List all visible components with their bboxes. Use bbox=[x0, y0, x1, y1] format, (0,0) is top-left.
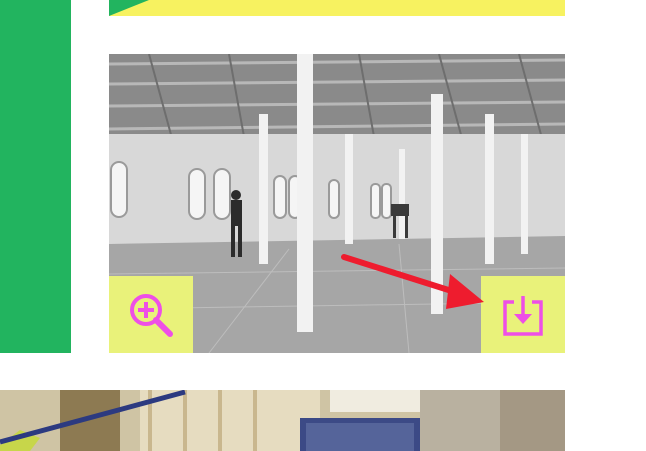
zoom-in-icon bbox=[128, 292, 174, 338]
banner-green-corner bbox=[109, 0, 149, 16]
download-icon bbox=[500, 292, 546, 338]
yellow-banner bbox=[109, 0, 565, 16]
photo-card-warehouse bbox=[109, 54, 565, 353]
green-side-panel bbox=[0, 0, 71, 353]
page bbox=[0, 0, 646, 451]
download-button[interactable] bbox=[481, 276, 565, 353]
photo-card-industrial bbox=[0, 390, 565, 451]
zoom-button[interactable] bbox=[109, 276, 193, 353]
industrial-photo bbox=[0, 390, 565, 451]
